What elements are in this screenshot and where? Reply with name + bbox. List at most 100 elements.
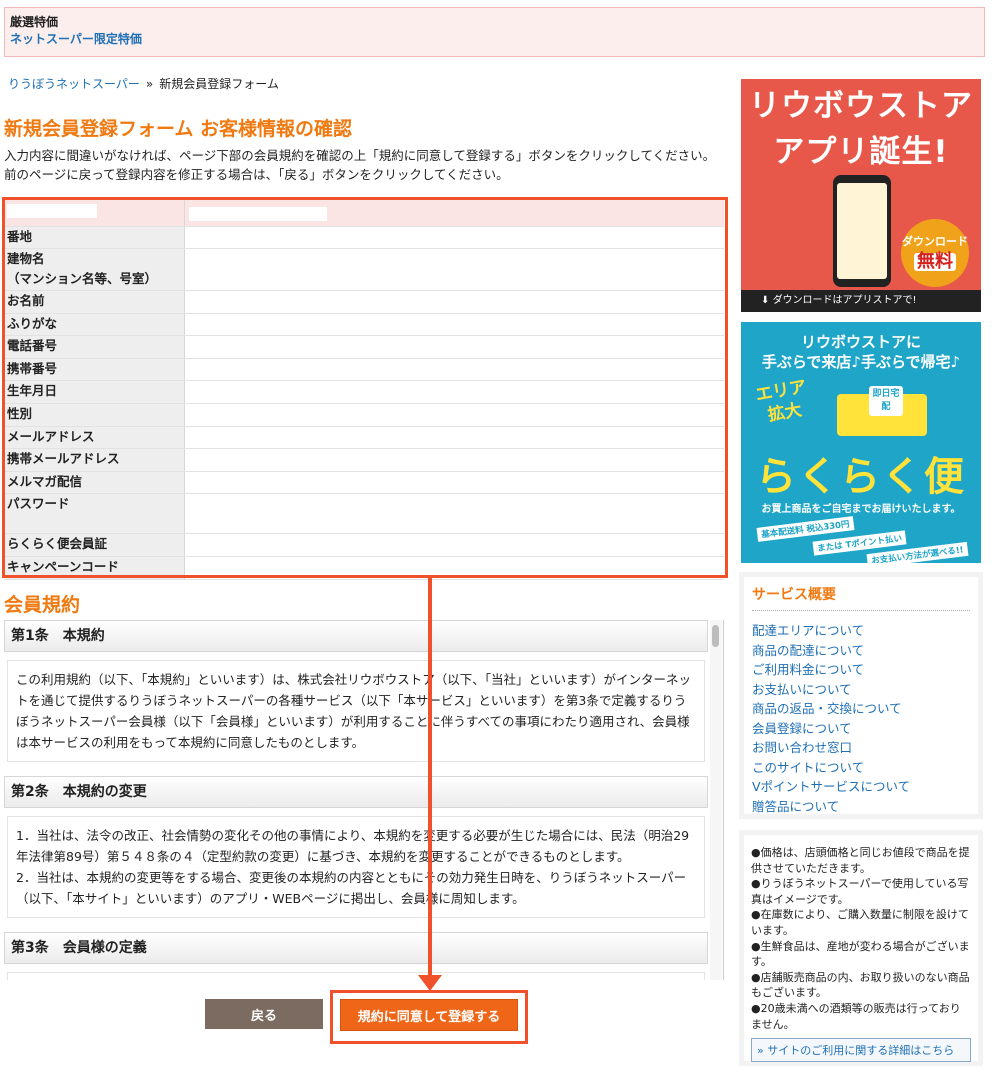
delivery-tagline: お買上商品をご自宅までお届けいたします。 xyxy=(761,504,961,515)
notice-label: 厳選特価 xyxy=(10,15,59,29)
row-label: お名前 xyxy=(4,290,184,314)
main-content: 新規会員登録フォーム お客様情報の確認 入力内容に間違いがなければ、ページ下部の… xyxy=(4,110,724,184)
row-label: 電話番号 xyxy=(4,335,184,359)
service-link[interactable]: 商品の返品・交換について xyxy=(752,699,970,719)
service-link[interactable]: お支払いについて xyxy=(752,680,970,700)
row-value xyxy=(183,335,724,359)
service-links: 配達エリアについて 商品の配達について ご利用料金について お支払いについて 商品の返品… xyxy=(752,621,970,816)
row-value xyxy=(183,426,724,450)
table-row: 電話番号 xyxy=(4,335,724,359)
breadcrumb-separator: » xyxy=(145,77,154,91)
back-button[interactable]: 戻る xyxy=(205,999,323,1029)
row-value xyxy=(183,226,724,250)
article-heading: 第1条 本規約 xyxy=(4,620,708,652)
row-value xyxy=(183,448,724,472)
row-value xyxy=(183,313,724,337)
redacted-header-value xyxy=(183,200,724,227)
table-row: 番地 xyxy=(4,226,724,250)
service-link[interactable]: 商品の配達について xyxy=(752,641,970,661)
terms-content: 第1条 本規約この利用規約（以下、「本規約」といいます）は、株式会社リウボウスト… xyxy=(4,620,708,980)
article-body: 会員様は、本サービスへの入会希望者（以下、「申込者」といいます）が本規約を承認の… xyxy=(7,972,705,980)
row-value xyxy=(183,358,724,382)
note-item: ●店舗販売商品の内、お取り扱いのない商品もございます。 xyxy=(751,970,970,1000)
article-body: 1．当社は、法令の改正、社会情勢の変化その他の事情により、本規約を変更する必要が… xyxy=(7,816,705,918)
note-item: ●生鮮食品は、産地が変わる場合がございます。 xyxy=(751,939,970,969)
table-row: キャンペーンコード xyxy=(4,556,724,580)
service-link[interactable]: このサイトについて xyxy=(752,758,970,778)
table-header-row xyxy=(4,200,724,227)
service-link[interactable]: 贈答品について xyxy=(752,797,970,817)
table-row: 建物名 （マンション名等、号室） xyxy=(4,248,724,292)
note-item: ●在庫数により、ご購入数量に制限を設けています。 xyxy=(751,908,969,937)
note-item: ●りうぼうネットスーパーで使用している写真はイメージです。 xyxy=(751,877,969,906)
article-heading: 第2条 本規約の変更 xyxy=(4,776,708,808)
row-value xyxy=(183,533,724,558)
page-title: 新規会員登録フォーム お客様情報の確認 xyxy=(4,118,353,140)
row-value xyxy=(183,556,724,580)
note-item: ●20歳未満への酒類等の販売は行っておりません。 xyxy=(751,1001,961,1031)
table-row: メールアドレス xyxy=(4,426,724,450)
download-bar: ⬇ ダウンロードはアプリストアで! xyxy=(741,290,981,312)
agree-register-button[interactable]: 規約に同意して登録する xyxy=(340,999,518,1031)
delivery-line-2: 手ぶらで来店♪手ぶらで帰宅♪ xyxy=(761,353,961,371)
service-link[interactable]: ご利用料金について xyxy=(752,660,970,680)
breadcrumb-home[interactable]: りうぼうネットスーパー xyxy=(8,77,140,91)
row-label: 建物名 （マンション名等、号室） xyxy=(4,248,184,292)
table-row: 携帯メールアドレス xyxy=(4,448,724,472)
row-label: 番地 xyxy=(4,226,184,250)
service-link[interactable]: 会員登録について xyxy=(752,719,970,739)
table-row: ふりがな xyxy=(4,313,724,337)
phone-illustration xyxy=(833,175,891,287)
row-label: パスワード xyxy=(4,493,184,535)
delivery-line-1: リウボウストアに xyxy=(800,333,921,351)
notes-box: ●価格は、店頭価格と同じお値段で商品を提供させていただきます。 ●りうぼうネットス… xyxy=(739,830,983,1066)
redacted-header-label xyxy=(4,200,184,227)
breadcrumb: りうぼうネットスーパー » 新規会員登録フォーム xyxy=(8,75,279,92)
row-label: メルマガ配信 xyxy=(4,471,184,495)
app-banner-headline-1: リウボウストア xyxy=(749,88,973,124)
rakuraku-brand: らくらく便 xyxy=(756,454,966,500)
table-row: メルマガ配信 xyxy=(4,471,724,495)
table-row: 性別 xyxy=(4,403,724,427)
notice-link[interactable]: ネットスーパー限定特価 xyxy=(10,31,979,48)
row-value xyxy=(183,248,724,292)
area-expansion-text: エリア拡大 xyxy=(754,376,808,426)
table-row: 生年月日 xyxy=(4,380,724,405)
article-body: この利用規約（以下、「本規約」といいます）は、株式会社リウボウストア（以下、「当… xyxy=(7,660,705,762)
row-label: メールアドレス xyxy=(4,426,184,450)
row-label: 生年月日 xyxy=(4,380,184,405)
row-value xyxy=(183,403,724,427)
terms-scroll-area[interactable]: 第1条 本規約この利用規約（以下、「本規約」といいます）は、株式会社リウボウスト… xyxy=(4,620,724,980)
site-usage-details-link[interactable]: » サイトのご利用に関する詳細はこちら xyxy=(751,1038,971,1063)
table-row: お名前 xyxy=(4,290,724,314)
terms-scrollbar[interactable] xyxy=(710,620,722,980)
intro-text-1: 入力内容に間違いがなければ、ページ下部の会員規約を確認の上「規約に同意して登録す… xyxy=(4,148,716,163)
row-value xyxy=(183,290,724,314)
scrollbar-thumb[interactable] xyxy=(712,625,719,647)
service-overview-box: サービス概要 配達エリアについて 商品の配達について ご利用料金について お支払いにつ… xyxy=(739,572,983,819)
service-overview-title: サービス概要 xyxy=(752,584,970,611)
row-label: 携帯番号 xyxy=(4,358,184,382)
intro-text-2: 前のページに戻って登録内容を修正する場合は、「戻る」ボタンをクリックしてください… xyxy=(4,167,509,182)
free-badge: ダウンロード 無料 xyxy=(901,219,969,287)
terms-title: 会員規約 xyxy=(4,594,81,616)
confirmation-table: 番地 建物名 （マンション名等、号室） お名前 ふりがな 電話番号 携帯番号 生年月日 性別メ… xyxy=(4,200,724,580)
service-link[interactable]: 配達エリアについて xyxy=(752,621,970,641)
row-label: 性別 xyxy=(4,403,184,427)
row-label: 携帯メールアドレス xyxy=(4,448,184,472)
table-row: パスワード xyxy=(4,493,724,535)
annotation-arrow-line xyxy=(428,578,432,978)
app-banner-headline-2: アプリ誕生! xyxy=(773,134,949,170)
note-item: ●価格は、店頭価格と同じお値段で商品を提供させていただきます。 xyxy=(751,846,970,875)
delivery-banner[interactable]: リウボウストアに 手ぶらで来店♪手ぶらで帰宅♪ エリア拡大 即日宅配 らくらく便… xyxy=(741,322,981,563)
row-label: キャンペーンコード xyxy=(4,556,184,580)
table-row: 携帯番号 xyxy=(4,358,724,382)
app-banner[interactable]: リウボウストア アプリ誕生! ダウンロード 無料 ⬇ ダウンロードはアプリストア… xyxy=(741,79,981,312)
download-icon: ⬇ xyxy=(761,295,773,306)
row-value xyxy=(183,380,724,405)
service-link[interactable]: お問い合わせ窓口 xyxy=(752,738,970,758)
top-notice: 厳選特価 ネットスーパー限定特価 xyxy=(4,7,985,57)
same-day-sign: 即日宅配 xyxy=(869,386,903,416)
download-text: ダウンロードはアプリストアで! xyxy=(772,295,917,306)
service-link[interactable]: Vポイントサービスについて xyxy=(752,777,970,797)
